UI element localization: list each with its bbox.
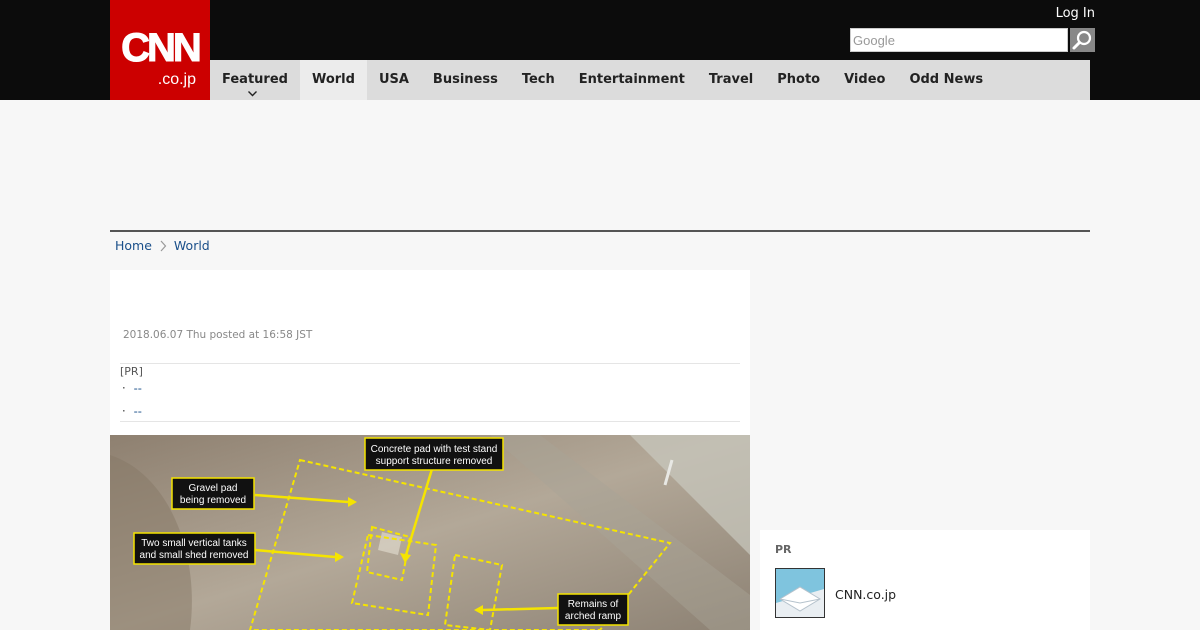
nav-item-photo[interactable]: Photo	[765, 60, 832, 100]
post-timestamp: 2018.06.07 Thu posted at 16:58 JST	[123, 329, 313, 341]
sidebar-pr-link[interactable]: CNN.co.jp	[835, 587, 896, 602]
search-button[interactable]	[1070, 28, 1095, 52]
nav-item-world[interactable]: World	[299, 60, 367, 100]
breadcrumb-world[interactable]: World	[174, 238, 210, 253]
nav-item-label: USA	[378, 72, 409, 87]
ad-space	[110, 100, 1090, 230]
svg-text:and small shed removed: and small shed removed	[140, 550, 249, 561]
logo-domain: .co.jp	[157, 71, 196, 88]
article-card: 2018.06.07 Thu posted at 16:58 JST [PR] …	[110, 270, 750, 435]
login-link[interactable]: Log In	[1056, 6, 1095, 21]
nav-item-usa[interactable]: USA	[367, 60, 421, 100]
mail-icon	[776, 569, 824, 617]
sidebar-pr-label: PR	[775, 543, 792, 556]
pr-thumbnail[interactable]	[775, 568, 825, 618]
svg-text:Concrete pad with test stand: Concrete pad with test stand	[371, 444, 498, 455]
svg-text:Remains of: Remains of	[568, 599, 619, 610]
chevron-right-icon	[160, 240, 167, 251]
photo-label-arched-ramp: Remains of arched ramp	[557, 593, 629, 626]
nav-item-tech[interactable]: Tech	[510, 60, 567, 100]
svg-text:being removed: being removed	[180, 495, 246, 506]
nav-item-label: Photo	[777, 72, 821, 87]
nav-item-label: Business	[432, 72, 498, 87]
cnn-logo[interactable]: CNN .co.jp	[110, 0, 210, 100]
nav-item-travel[interactable]: Travel	[697, 60, 765, 100]
nav-item-video[interactable]: Video	[832, 60, 897, 100]
nav-item-label: Featured	[222, 72, 288, 87]
nav-item-label: Tech	[521, 72, 555, 87]
breadcrumb: Home World	[115, 238, 210, 253]
breadcrumb-home[interactable]: Home	[115, 238, 152, 253]
nav-item-label: Travel	[708, 72, 754, 87]
photo-label-gravel-pad: Gravel pad being removed	[171, 477, 255, 510]
nav-item-featured[interactable]: Featured	[210, 60, 300, 100]
photo-label-tanks: Two small vertical tanks and small shed …	[133, 532, 256, 565]
pr-label: [PR]	[120, 365, 143, 378]
pr-link[interactable]: --	[134, 381, 142, 395]
search-icon	[1072, 30, 1092, 50]
pr-list-item: · --	[122, 404, 142, 418]
main-nav: Featured World USA Business Tech Enterta…	[210, 60, 1090, 100]
nav-item-entertainment[interactable]: Entertainment	[567, 60, 697, 100]
nav-item-label: Entertainment	[578, 72, 685, 87]
svg-text:Gravel pad: Gravel pad	[189, 483, 238, 494]
nav-item-business[interactable]: Business	[421, 60, 510, 100]
svg-text:arched ramp: arched ramp	[565, 611, 622, 622]
nav-item-label: Odd News	[909, 72, 984, 87]
svg-text:Two small vertical tanks: Two small vertical tanks	[141, 538, 247, 549]
bullet-icon: ·	[122, 381, 126, 395]
logo-wordmark: CNN	[121, 26, 203, 71]
chevron-down-icon	[248, 91, 257, 97]
svg-text:support structure removed: support structure removed	[376, 456, 493, 467]
pr-links-block: [PR] · -- · --	[120, 363, 740, 422]
nav-item-label: Video	[844, 72, 886, 87]
search-input[interactable]: Google	[850, 28, 1068, 52]
nav-item-odd-news[interactable]: Odd News	[897, 60, 995, 100]
photo-label-concrete-pad: Concrete pad with test stand support str…	[364, 437, 504, 471]
article-photo: Concrete pad with test stand support str…	[110, 435, 750, 630]
pr-list-item: · --	[122, 381, 142, 395]
satellite-image: Concrete pad with test stand support str…	[110, 435, 750, 630]
sidebar-pr-card: PR CNN.co.jp	[760, 530, 1090, 630]
pr-link[interactable]: --	[134, 404, 142, 418]
bullet-icon: ·	[122, 404, 126, 418]
nav-item-label: World	[311, 72, 355, 87]
section-divider	[110, 230, 1090, 232]
